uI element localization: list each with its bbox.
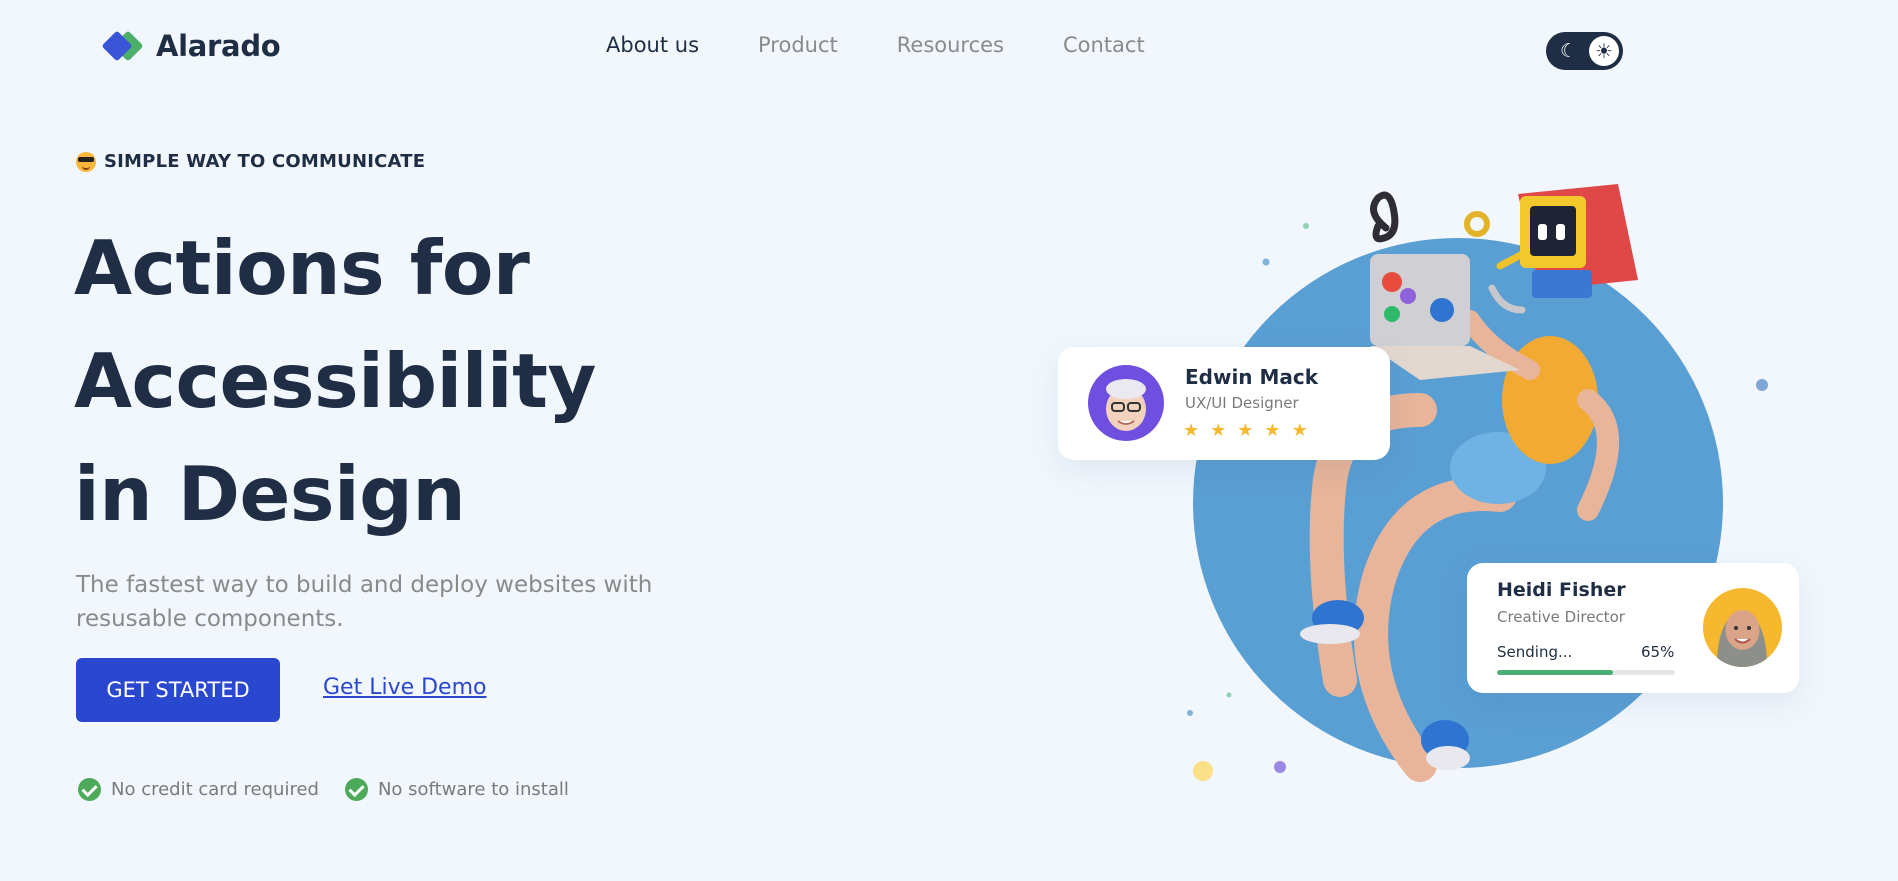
check-label: No credit card required	[111, 779, 319, 800]
check-label: No software to install	[377, 779, 569, 800]
headline-line-3: in Design	[74, 450, 466, 538]
sun-icon: ☀	[1589, 36, 1619, 66]
brand-name: Alarado	[156, 29, 281, 63]
theme-toggle[interactable]: ☾ ☀	[1546, 32, 1623, 70]
headline-line-2: Accessibility	[74, 337, 596, 425]
live-demo-link[interactable]: Get Live Demo	[323, 675, 487, 700]
sunglasses-emoji-icon	[76, 151, 96, 172]
eyebrow-text: SIMPLE WAY TO COMMUNICATE	[104, 151, 426, 172]
star-icon: ★	[1237, 420, 1254, 441]
feature-checks: No credit card required No software to i…	[78, 778, 569, 801]
star-icon: ★	[1291, 420, 1308, 441]
get-started-button[interactable]: GET STARTED	[76, 658, 280, 722]
memoji-avatar-icon	[1717, 610, 1767, 667]
star-icon: ★	[1183, 420, 1200, 441]
logo-mark-icon	[101, 28, 144, 64]
hero-illustration	[1187, 184, 1768, 782]
check-circle-icon	[78, 778, 101, 801]
nav-product[interactable]: Product	[758, 33, 838, 57]
progress-bar	[1497, 670, 1675, 675]
brand-logo[interactable]: Alarado	[101, 28, 281, 64]
hero-subtitle: The fastest way to build and deploy webs…	[76, 572, 653, 632]
avatar	[1703, 588, 1782, 667]
progress-bar-fill	[1497, 670, 1613, 675]
card-role: UX/UI Designer	[1185, 394, 1299, 412]
card-name: Edwin Mack	[1185, 365, 1319, 389]
profile-card-heidi: Heidi Fisher Creative Director Sending..…	[1467, 563, 1799, 693]
star-icon: ★	[1210, 420, 1227, 441]
headline-line-1: Actions for	[74, 224, 530, 312]
profile-card-edwin: Edwin Mack UX/UI Designer ★ ★ ★ ★ ★	[1058, 347, 1390, 460]
check-item: No software to install	[344, 778, 569, 801]
card-name: Heidi Fisher	[1497, 579, 1626, 601]
eyebrow: SIMPLE WAY TO COMMUNICATE	[76, 151, 425, 172]
status-text: Sending...	[1497, 643, 1573, 661]
memoji-avatar-icon	[1106, 379, 1146, 431]
rating-stars: ★ ★ ★ ★ ★	[1183, 420, 1308, 441]
avatar	[1088, 365, 1164, 441]
main-nav: About us Product Resources Contact	[606, 33, 1145, 57]
star-icon: ★	[1264, 420, 1281, 441]
card-role: Creative Director	[1497, 608, 1625, 626]
check-item: No credit card required	[78, 778, 319, 801]
nav-about-us[interactable]: About us	[606, 33, 699, 57]
hero-headline: Actions for Accessibility in Design	[74, 212, 596, 551]
check-circle-icon	[344, 778, 368, 801]
nav-contact[interactable]: Contact	[1063, 33, 1145, 57]
moon-icon: ☾	[1560, 40, 1578, 62]
progress-percent: 65%	[1641, 643, 1675, 661]
nav-resources[interactable]: Resources	[897, 33, 1004, 57]
